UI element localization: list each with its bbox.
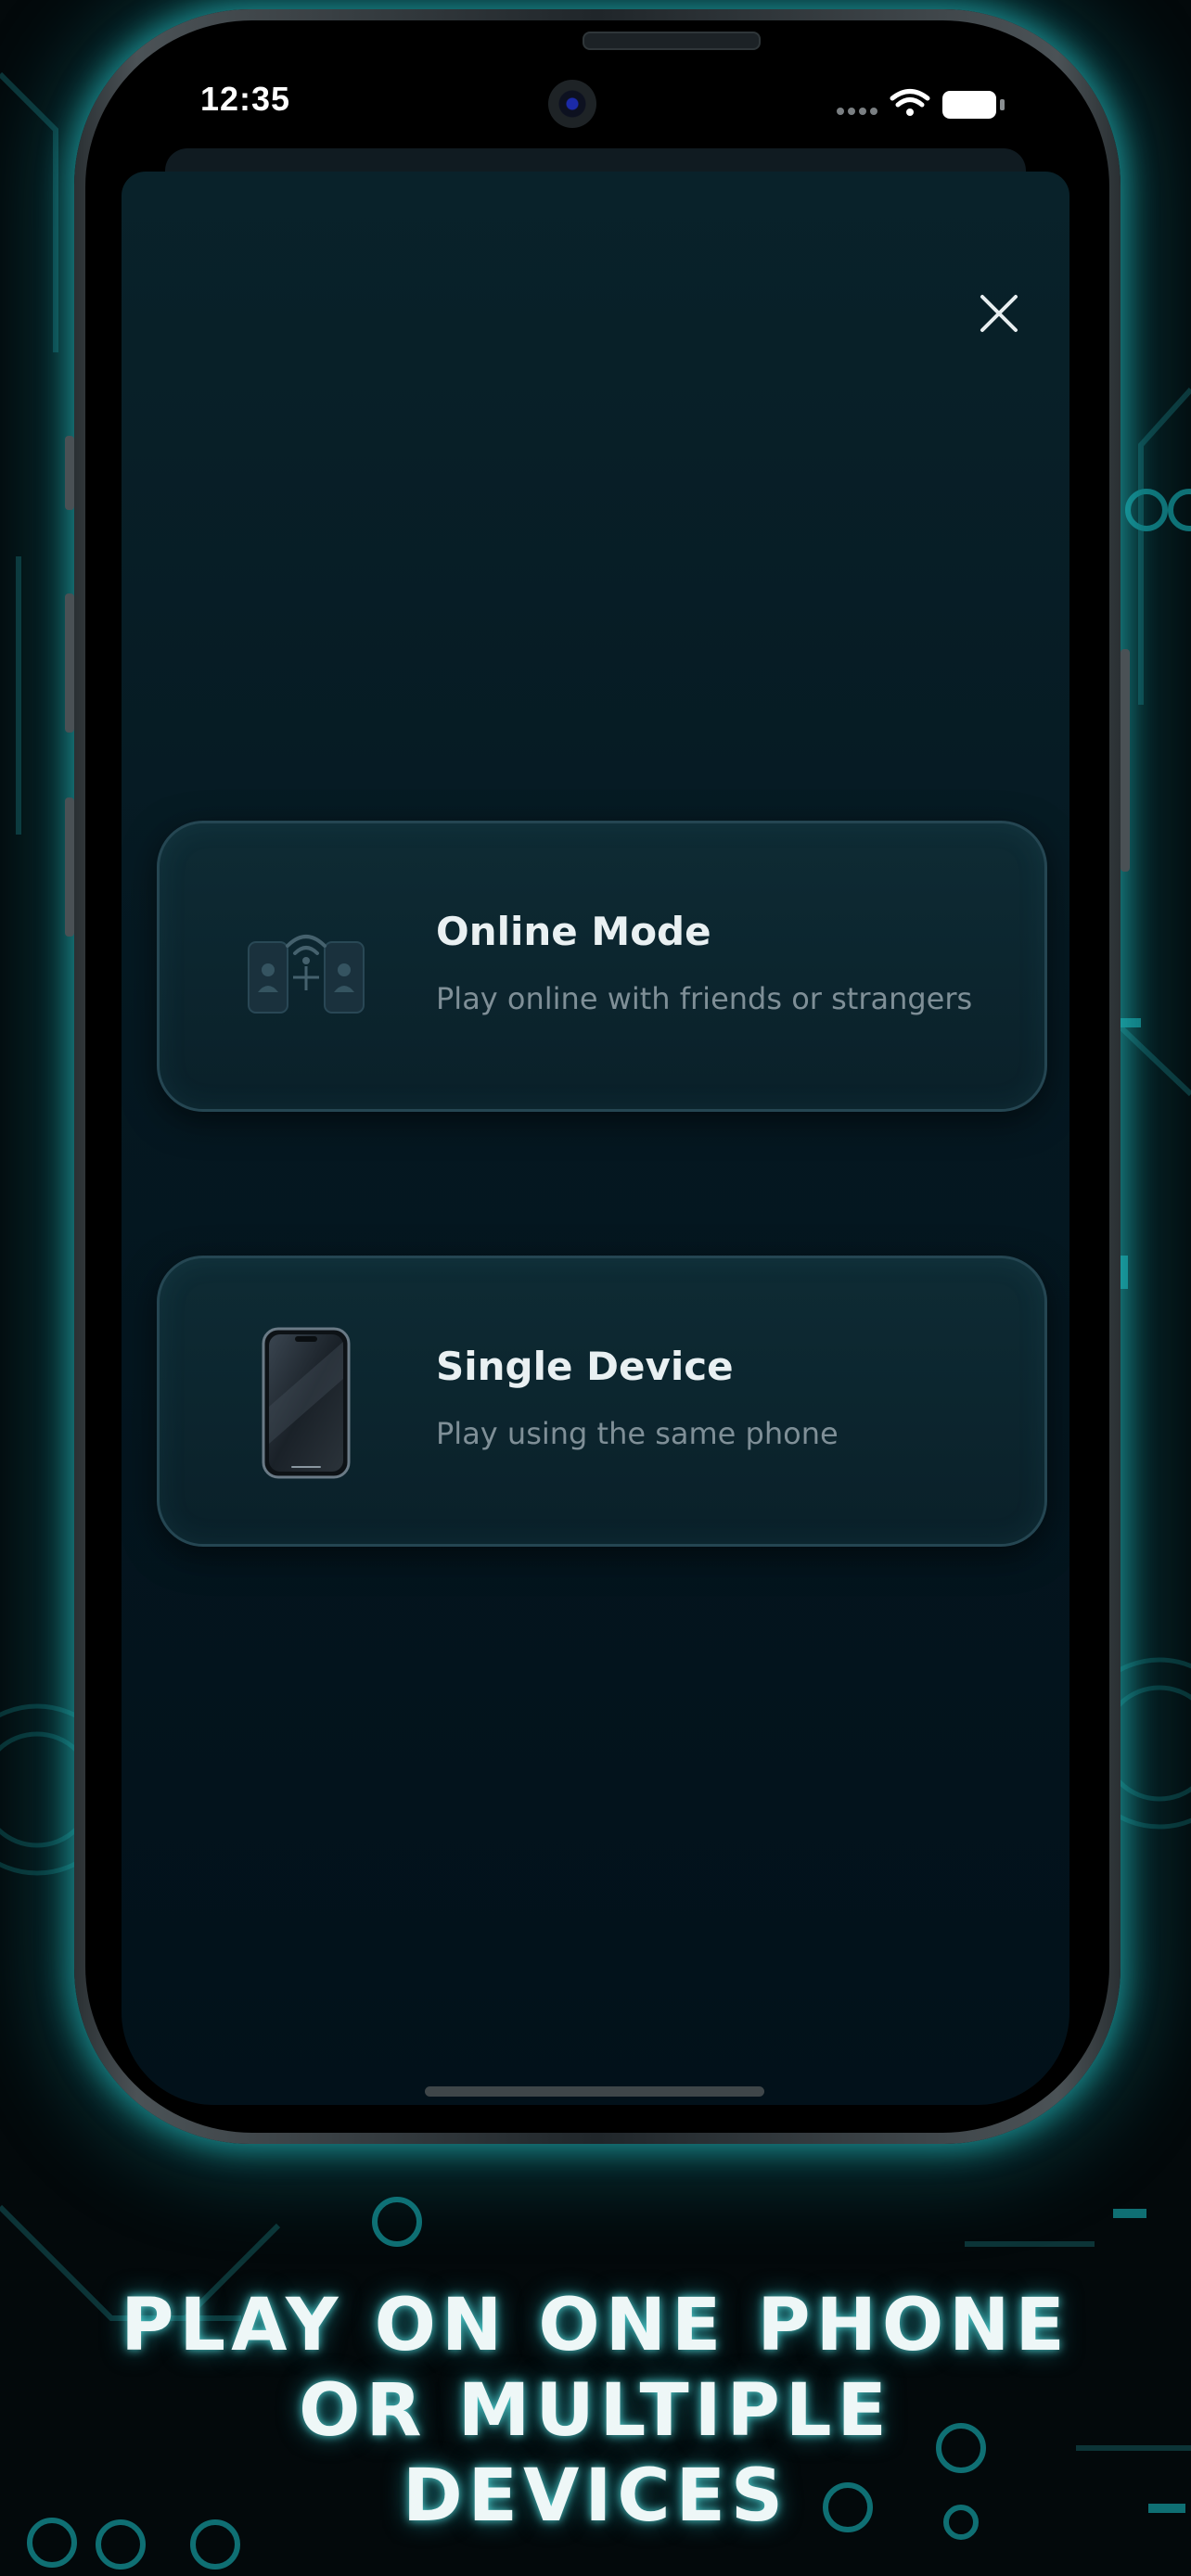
wifi-icon: [890, 89, 930, 116]
smartphone-icon: [262, 1327, 351, 1479]
side-button-power: [1121, 649, 1130, 872]
online-mode-card[interactable]: Online Mode Play online with friends or …: [157, 821, 1047, 1112]
online-mode-subtitle: Play online with friends or strangers: [436, 981, 973, 1016]
earpiece-speaker: [583, 32, 761, 50]
single-device-title: Single Device: [436, 1344, 734, 1389]
side-button-volume-down: [65, 797, 74, 937]
caption-line-1: PLAY ON ONE PHONE: [121, 2284, 1070, 2367]
mode-selection-sheet: Online Mode Play online with friends or …: [122, 172, 1069, 2105]
cellular-dots-icon: [837, 108, 877, 115]
promo-caption: PLAY ON ONE PHONE OR MULTIPLE DEVICES: [0, 2283, 1191, 2539]
single-device-subtitle: Play using the same phone: [436, 1416, 839, 1451]
status-icons: [837, 89, 1005, 119]
side-button-volume-up: [65, 593, 74, 733]
close-icon[interactable]: [973, 287, 1025, 339]
caption-line-3: DEVICES: [402, 2455, 789, 2538]
home-indicator[interactable]: [425, 2086, 764, 2097]
front-camera: [548, 80, 596, 128]
status-time: 12:35: [200, 80, 291, 118]
battery-icon: [942, 91, 1005, 119]
online-mode-title: Online Mode: [436, 909, 711, 954]
side-button-silent: [65, 436, 74, 510]
phone-screen: 12:35 Online Mode Play online with frien…: [117, 74, 1074, 2105]
single-device-card[interactable]: Single Device Play using the same phone: [157, 1256, 1047, 1547]
two-phones-wifi-icon: [248, 935, 365, 1014]
caption-line-2: OR MULTIPLE: [299, 2369, 892, 2453]
